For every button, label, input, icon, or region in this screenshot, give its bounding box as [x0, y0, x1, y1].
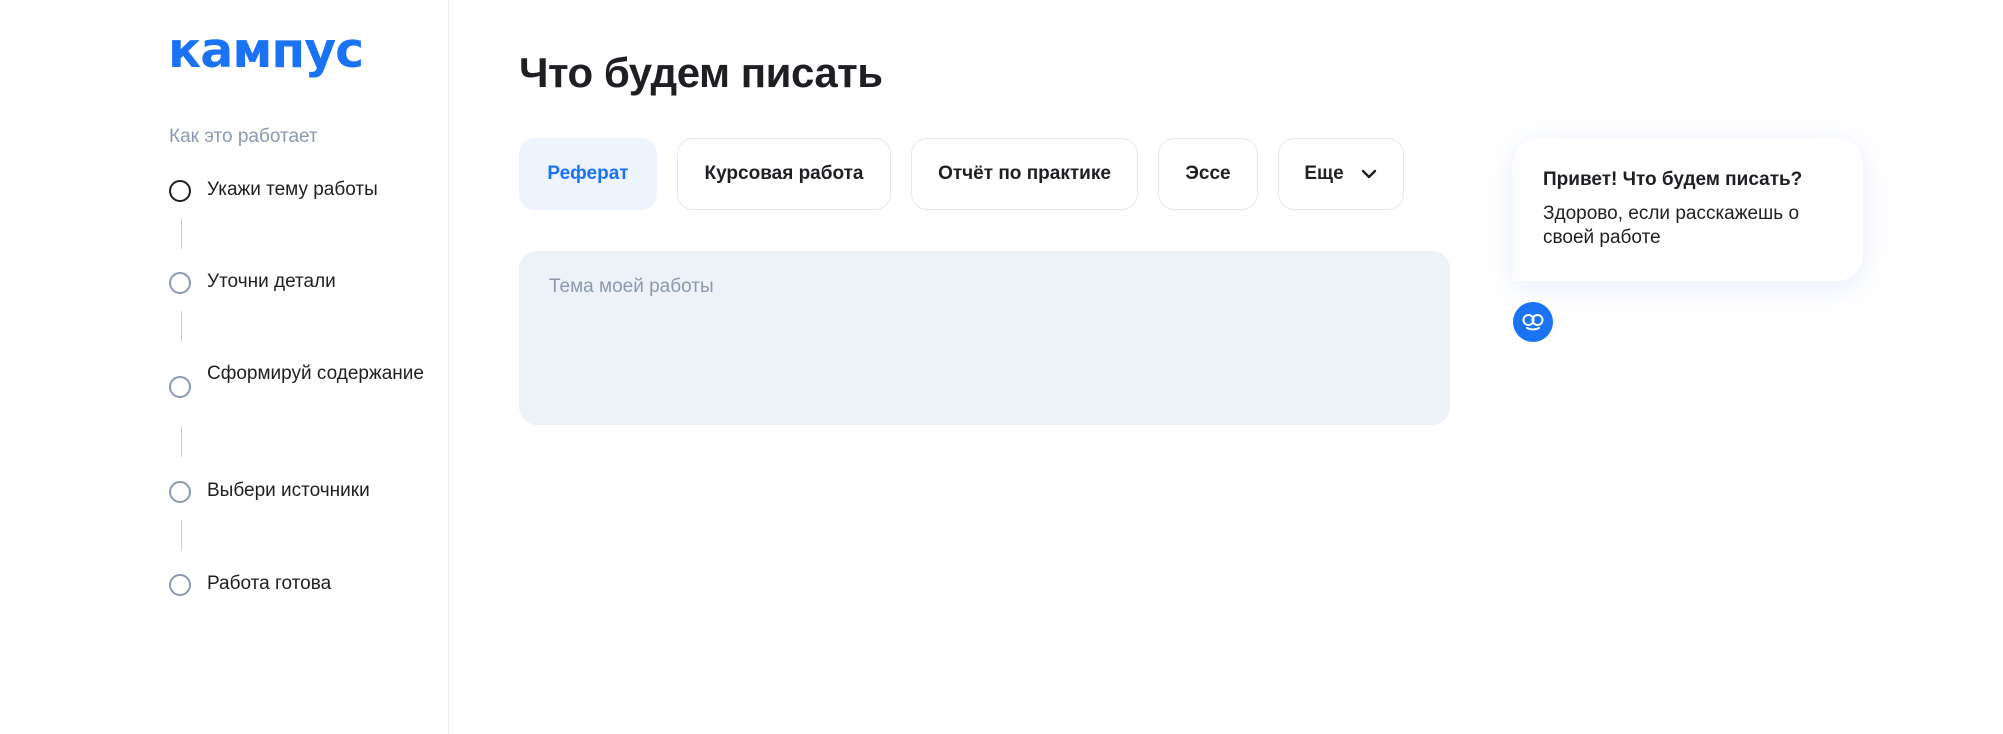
tab-essay[interactable]: Эссе [1158, 138, 1258, 210]
step-connector [181, 427, 182, 457]
step-connector [181, 311, 182, 341]
tab-label: Эссе [1185, 163, 1231, 184]
page: кампус Как это работает Укажи тему работ… [0, 0, 2003, 734]
tab-practice-report[interactable]: Отчёт по практике [911, 138, 1138, 210]
step-label: Уточни детали [207, 271, 336, 292]
step-circle-icon [169, 180, 191, 202]
sidebar: кампус Как это работает Укажи тему работ… [0, 0, 449, 734]
step-label: Укажи тему работы [207, 179, 378, 200]
step-circle-icon [169, 376, 191, 398]
how-it-works-title: Как это работает [169, 126, 318, 147]
assistant-message: Привет! Что будем писать? Здорово, если … [1513, 138, 1863, 281]
assistant-message-title: Привет! Что будем писать? [1543, 169, 1803, 190]
tab-referat[interactable]: Реферат [519, 138, 657, 210]
tab-label: Отчёт по практике [938, 163, 1111, 184]
tab-coursework[interactable]: Курсовая работа [677, 138, 891, 210]
step-circle-icon [169, 272, 191, 294]
step-label: Сформируй содержание [207, 363, 424, 384]
tab-label: Еще [1304, 163, 1344, 184]
topic-field[interactable] [519, 251, 1450, 425]
step-connector [181, 520, 182, 550]
more-dropdown[interactable]: Еще [1278, 138, 1404, 210]
step-label: Работа готова [207, 573, 332, 594]
chevron-down-icon [1360, 165, 1378, 183]
assistant-message-text: Здорово, если расскажешь о своей работе [1543, 203, 1800, 248]
tab-label: Курсовая работа [704, 163, 864, 184]
tab-label: Реферат [547, 163, 629, 184]
step-circle-icon [169, 481, 191, 503]
logo[interactable]: кампус [168, 22, 364, 80]
step-label: Выбери источники [207, 480, 370, 501]
assistant-face-icon[interactable] [1513, 302, 1553, 342]
page-title: Что будем писать [519, 49, 883, 96]
topic-input[interactable] [549, 275, 1420, 401]
step-connector [181, 219, 182, 249]
step-circle-icon [169, 574, 191, 596]
